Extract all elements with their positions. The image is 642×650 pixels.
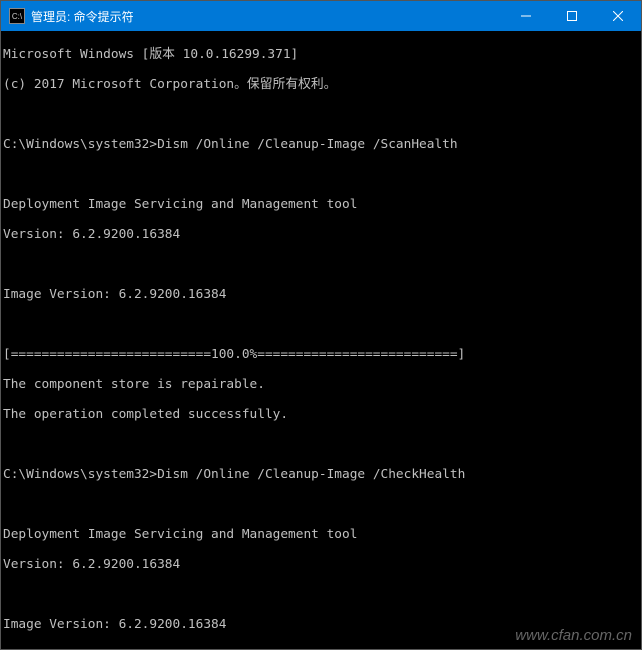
copyright-line: (c) 2017 Microsoft Corporation。保留所有权利。 [3, 77, 639, 92]
command: Dism /Online /Cleanup-Image /CheckHealth [157, 467, 465, 482]
cmd-icon: C:\ [9, 8, 25, 24]
minimize-icon [521, 11, 531, 21]
prompt: C:\Windows\system32> [3, 467, 157, 482]
blank-line [3, 167, 639, 182]
command: Dism /Online /Cleanup-Image /ScanHealth [157, 137, 457, 152]
output-line: The operation completed successfully. [3, 407, 639, 422]
prompt-line: C:\Windows\system32>Dism /Online /Cleanu… [3, 137, 639, 152]
blank-line [3, 317, 639, 332]
maximize-icon [567, 11, 577, 21]
progress-line: [==========================100.0%=======… [3, 347, 639, 362]
output-line: Version: 6.2.9200.16384 [3, 227, 639, 242]
prompt-line: C:\Windows\system32>Dism /Online /Cleanu… [3, 467, 639, 482]
output-line: Version: 6.2.9200.16384 [3, 557, 639, 572]
blank-line [3, 437, 639, 452]
output-line: The component store is repairable. [3, 377, 639, 392]
prompt: C:\Windows\system32> [3, 137, 157, 152]
output-line: Deployment Image Servicing and Managemen… [3, 527, 639, 542]
window-controls [503, 1, 641, 31]
titlebar[interactable]: C:\ 管理员: 命令提示符 [1, 1, 641, 31]
output-line: Image Version: 6.2.9200.16384 [3, 617, 639, 632]
blank-line [3, 587, 639, 602]
output-line: Deployment Image Servicing and Managemen… [3, 197, 639, 212]
command-prompt-window: C:\ 管理员: 命令提示符 Microsoft Windows [版本 10.… [0, 0, 642, 650]
blank-line [3, 107, 639, 122]
close-button[interactable] [595, 1, 641, 31]
header-line: Microsoft Windows [版本 10.0.16299.371] [3, 47, 639, 62]
close-icon [613, 11, 623, 21]
terminal-output[interactable]: Microsoft Windows [版本 10.0.16299.371] (c… [1, 31, 641, 649]
blank-line [3, 257, 639, 272]
window-title: 管理员: 命令提示符 [31, 8, 503, 25]
maximize-button[interactable] [549, 1, 595, 31]
minimize-button[interactable] [503, 1, 549, 31]
blank-line [3, 497, 639, 512]
blank-line [3, 647, 639, 649]
output-line: Image Version: 6.2.9200.16384 [3, 287, 639, 302]
